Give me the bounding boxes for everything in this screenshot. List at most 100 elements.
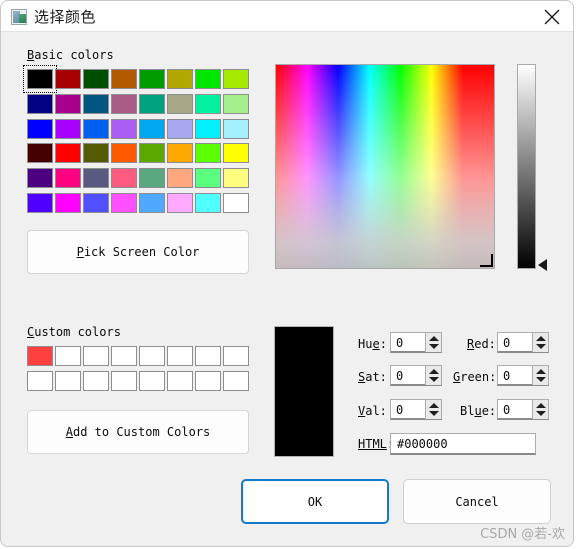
basic-color-swatch[interactable] [223,69,249,89]
basic-color-swatch[interactable] [55,69,81,89]
hue-saturation-field[interactable] [275,64,495,269]
custom-color-swatch[interactable] [139,370,165,391]
custom-color-swatch[interactable] [223,370,249,391]
basic-color-swatch[interactable] [111,118,137,139]
swatch-fill [195,143,221,164]
basic-color-swatch[interactable] [139,143,165,164]
chevron-up-icon[interactable] [429,369,439,374]
custom-colors-grid[interactable] [27,346,249,394]
pick-screen-color-button[interactable]: Pick Screen Color [27,230,249,274]
basic-color-swatch[interactable] [27,193,53,213]
basic-color-swatch[interactable] [167,118,193,139]
custom-color-swatch[interactable] [167,346,193,366]
custom-color-swatch[interactable] [83,370,109,391]
basic-color-swatch[interactable] [55,143,81,164]
chevron-down-icon[interactable] [536,377,546,382]
chevron-up-icon[interactable] [536,369,546,374]
basic-color-swatch[interactable] [223,143,249,164]
custom-color-swatch[interactable] [223,346,249,366]
basic-color-swatch[interactable] [223,193,249,213]
basic-color-swatch[interactable] [195,93,221,114]
basic-color-swatch[interactable] [55,168,81,189]
basic-color-swatch[interactable] [83,168,109,189]
basic-color-swatch[interactable] [139,118,165,139]
basic-color-swatch[interactable] [195,143,221,164]
custom-color-swatch[interactable] [195,346,221,366]
basic-color-swatch[interactable] [195,69,221,89]
basic-color-swatch[interactable] [195,118,221,139]
custom-color-swatch[interactable] [167,370,193,391]
red-spinbox[interactable]: 0 [497,332,549,353]
custom-color-swatch[interactable] [27,346,53,366]
chevron-down-icon[interactable] [429,411,439,416]
custom-color-swatch[interactable] [55,370,81,391]
basic-color-swatch[interactable] [167,193,193,213]
chevron-up-icon[interactable] [536,403,546,408]
close-icon[interactable] [529,1,573,31]
basic-color-swatch[interactable] [195,193,221,213]
basic-color-swatch[interactable] [55,118,81,139]
html-hex-input[interactable]: #000000 [390,433,536,455]
basic-color-swatch[interactable] [27,143,53,164]
green-spin-buttons[interactable] [532,366,548,385]
custom-color-swatch[interactable] [27,370,53,391]
red-spin-buttons[interactable] [532,333,548,352]
basic-color-swatch[interactable] [83,93,109,114]
basic-color-swatch[interactable] [167,69,193,89]
basic-color-swatch[interactable] [55,93,81,114]
basic-color-swatch[interactable] [139,193,165,213]
basic-color-swatch[interactable] [83,69,109,89]
hue-spin-buttons[interactable] [425,333,441,352]
basic-colors-grid[interactable] [23,65,249,217]
basic-color-swatch[interactable] [223,118,249,139]
green-spinbox[interactable]: 0 [497,365,549,386]
blue-spin-buttons[interactable] [532,400,548,419]
hue-spinbox[interactable]: 0 [390,332,442,353]
chevron-down-icon[interactable] [536,411,546,416]
custom-color-swatch[interactable] [111,346,137,366]
cancel-button[interactable]: Cancel [403,479,551,524]
basic-color-swatch[interactable] [83,193,109,213]
basic-color-swatch[interactable] [27,93,53,114]
chevron-up-icon[interactable] [536,336,546,341]
basic-color-swatch[interactable] [27,168,53,189]
basic-color-swatch[interactable] [167,143,193,164]
val-spin-buttons[interactable] [425,400,441,419]
custom-color-swatch[interactable] [55,346,81,366]
chevron-down-icon[interactable] [429,377,439,382]
val-spinbox[interactable]: 0 [390,399,442,420]
basic-color-swatch[interactable] [111,143,137,164]
basic-color-swatch[interactable] [111,193,137,213]
blue-spinbox[interactable]: 0 [497,399,549,420]
sat-spinbox[interactable]: 0 [390,365,442,386]
custom-color-swatch[interactable] [111,370,137,391]
basic-color-swatch[interactable] [223,93,249,114]
sat-spin-buttons[interactable] [425,366,441,385]
basic-color-swatch[interactable] [167,93,193,114]
custom-color-swatch[interactable] [195,370,221,391]
basic-color-swatch[interactable] [111,93,137,114]
basic-color-swatch[interactable] [223,168,249,189]
custom-color-swatch[interactable] [139,346,165,366]
basic-color-swatch[interactable] [139,69,165,89]
basic-color-swatch[interactable] [111,69,137,89]
basic-color-swatch[interactable] [55,193,81,213]
ok-button[interactable]: OK [241,479,389,524]
basic-color-swatch[interactable] [195,168,221,189]
value-slider[interactable] [517,64,536,269]
basic-color-swatch[interactable] [83,143,109,164]
value-slider-handle[interactable] [538,259,547,271]
chevron-down-icon[interactable] [429,344,439,349]
basic-color-swatch[interactable] [27,118,53,139]
basic-color-swatch[interactable] [139,93,165,114]
basic-color-swatch[interactable] [111,168,137,189]
chevron-up-icon[interactable] [429,403,439,408]
add-to-custom-colors-button[interactable]: Add to Custom Colors [27,410,249,454]
basic-color-swatch[interactable] [139,168,165,189]
chevron-up-icon[interactable] [429,336,439,341]
chevron-down-icon[interactable] [536,344,546,349]
custom-color-swatch[interactable] [83,346,109,366]
basic-color-swatch[interactable] [23,65,57,93]
basic-color-swatch[interactable] [83,118,109,139]
basic-color-swatch[interactable] [167,168,193,189]
